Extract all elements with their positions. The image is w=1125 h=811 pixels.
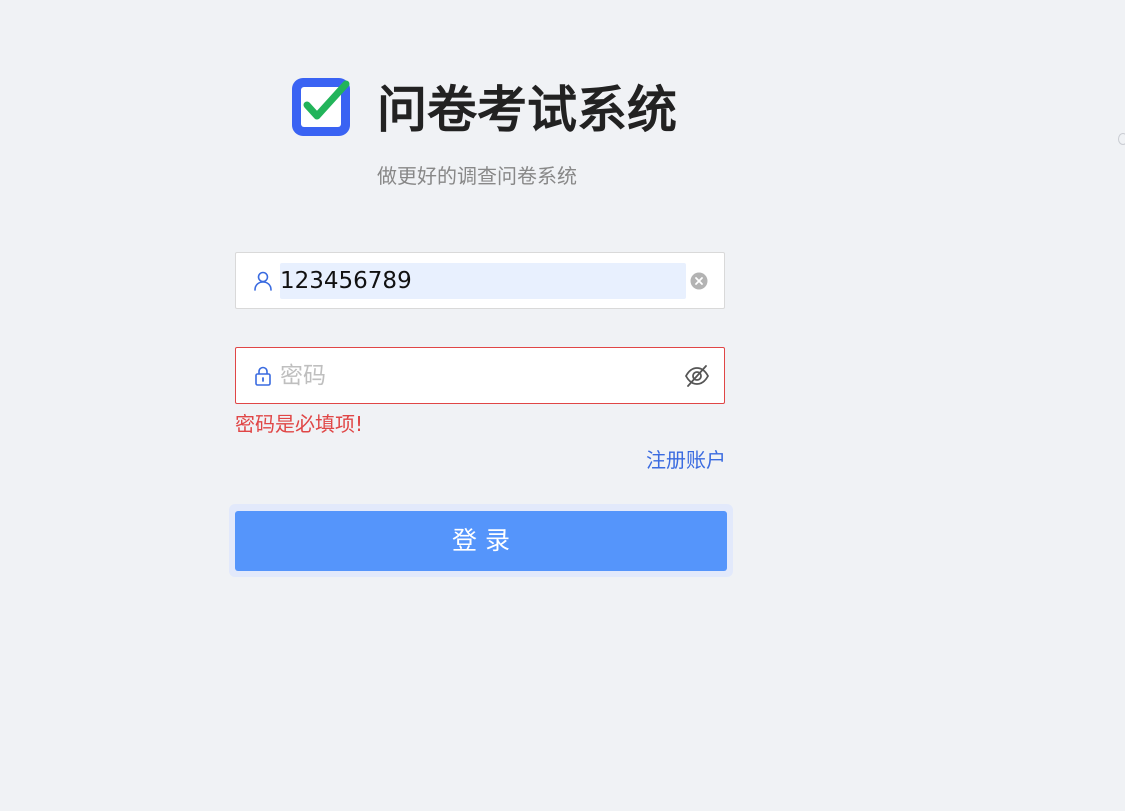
user-icon	[254, 271, 272, 291]
password-field[interactable]: 密码	[235, 347, 725, 404]
edge-circle-icon	[1118, 133, 1125, 145]
logo	[288, 74, 354, 140]
checkbox-icon	[292, 78, 350, 136]
clear-icon[interactable]	[690, 272, 708, 290]
password-error-message: 密码是必填项!	[235, 412, 364, 436]
app-title: 问卷考试系统	[377, 81, 677, 139]
login-page: 问卷考试系统 做更好的调查问卷系统 123456789 密码 密码是必填项! 注…	[0, 0, 1125, 811]
app-subtitle: 做更好的调查问卷系统	[377, 164, 577, 188]
login-button[interactable]: 登录	[235, 511, 727, 571]
register-link[interactable]: 注册账户	[646, 446, 726, 474]
username-field[interactable]: 123456789	[235, 252, 725, 309]
lock-icon	[255, 366, 271, 386]
password-input[interactable]: 密码	[280, 358, 326, 394]
eye-invisible-icon[interactable]	[684, 363, 710, 389]
username-input[interactable]: 123456789	[280, 263, 686, 299]
